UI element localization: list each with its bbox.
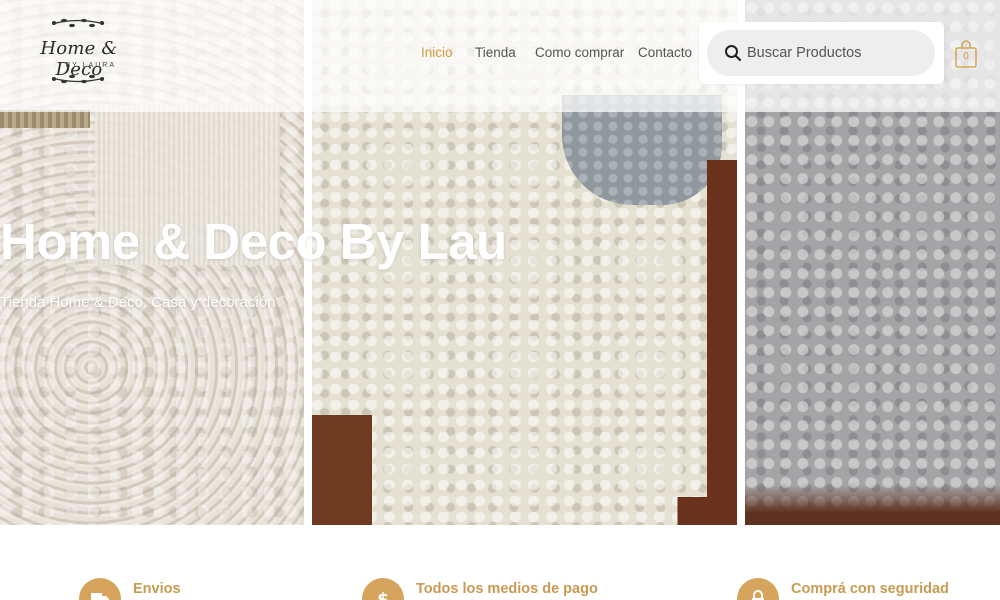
leaf-sprig-icon [51, 74, 105, 84]
logo-subtitle: BY LAURA [65, 62, 116, 69]
feature-icon-circle: $ [362, 578, 404, 600]
search-box[interactable] [707, 30, 935, 76]
nav-item-contacto[interactable]: Contacto [638, 45, 692, 60]
feature-icon-circle [737, 578, 779, 600]
search-icon[interactable] [724, 44, 742, 62]
features-row: Envios $ Todos los medios de pago Comprá… [0, 525, 1000, 600]
wood-floor [707, 160, 737, 525]
feature-label: Envios [133, 581, 181, 597]
page: Home & Deco BY LAURA Inicio Tienda Como … [0, 0, 1000, 600]
cart-button[interactable]: 0 [954, 39, 978, 69]
nav-item-tienda[interactable]: Tienda [475, 45, 516, 60]
feature-label: Comprá con seguridad [791, 581, 949, 597]
feature-label: Todos los medios de pago [416, 581, 598, 597]
lock-icon [752, 590, 764, 600]
site-logo[interactable]: Home & Deco BY LAURA [18, 14, 140, 96]
site-header: Home & Deco BY LAURA Inicio Tienda Como … [0, 0, 1000, 112]
feature-icon-circle [79, 578, 121, 600]
truck-icon [91, 593, 109, 600]
wood-floor [312, 497, 737, 525]
nav-item-como-comprar[interactable]: Como comprar [535, 45, 624, 60]
hero-section: Home & Deco BY LAURA Inicio Tienda Como … [0, 0, 1000, 525]
basket-decor [0, 110, 90, 128]
svg-text:$: $ [377, 590, 389, 600]
wood-floor [745, 485, 1000, 525]
hero-subtitle: Tienda Home & Deco, Casa y decoración ♡ [0, 294, 294, 311]
nav-item-inicio[interactable]: Inicio [421, 45, 453, 60]
hero-title: Home & Deco By Lau [0, 213, 507, 270]
cart-count: 0 [963, 51, 969, 62]
leaf-sprig-icon [51, 18, 105, 28]
dollar-icon: $ [377, 590, 389, 600]
search-input[interactable] [747, 40, 927, 66]
search-container [699, 22, 944, 84]
